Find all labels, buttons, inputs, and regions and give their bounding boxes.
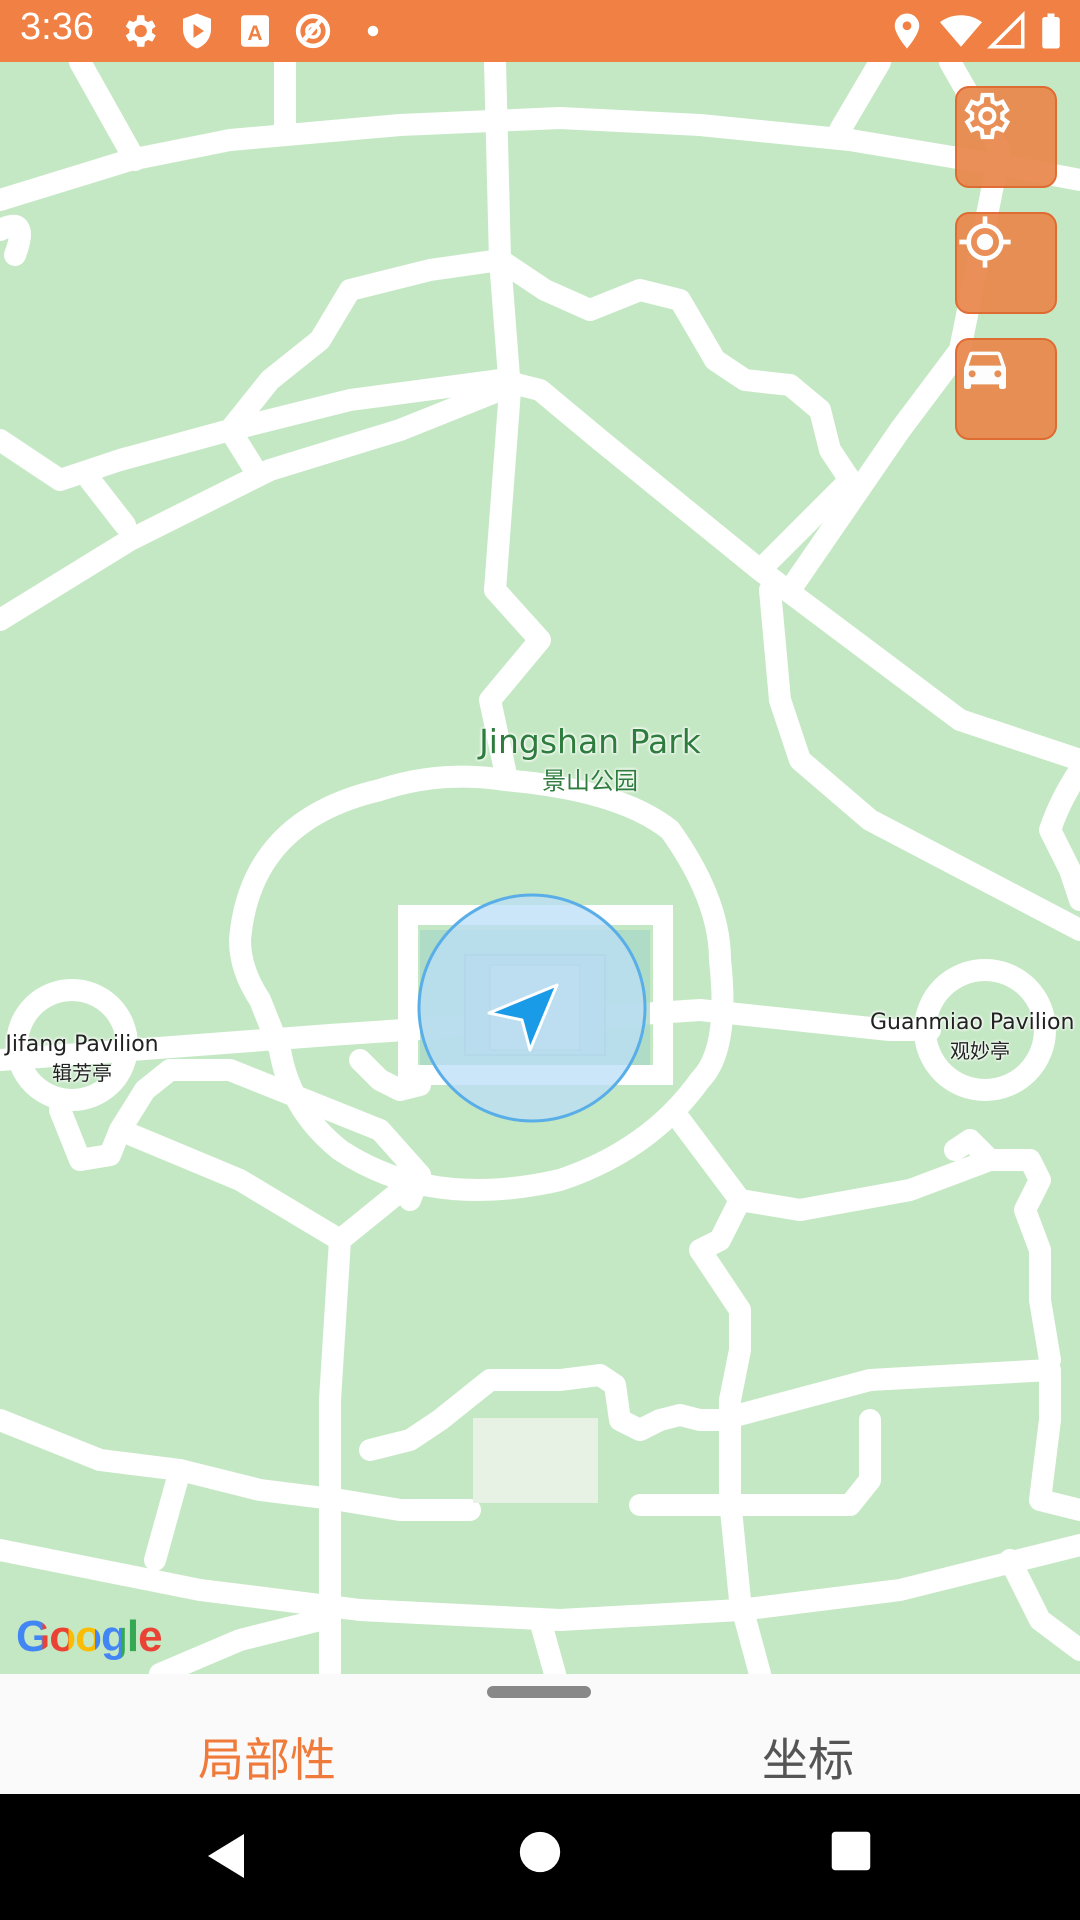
cell-signal-icon (987, 11, 1025, 49)
right-pavilion-label: Guanmiao Pavilion 观妙亭 (870, 1010, 1080, 1064)
google-logo-text: Google (16, 1612, 163, 1661)
bottom-sheet: 局部性 坐标 (0, 1674, 1080, 1794)
svg-text:A: A (247, 22, 262, 45)
left-pavilion-name-cn: 辑芳亭 (52, 1061, 112, 1085)
google-logo: Google (16, 1612, 163, 1662)
back-icon[interactable] (202, 1830, 250, 1882)
home-icon[interactable] (518, 1830, 562, 1874)
map-settings-button[interactable] (955, 86, 1057, 188)
dot-icon (367, 25, 379, 37)
left-pavilion-label: Jifang Pavilion 辑芳亭 (0, 1032, 172, 1086)
right-pavilion-name-cn: 观妙亭 (950, 1039, 1010, 1063)
font-a-icon: A (241, 15, 269, 47)
park-label: Jingshan Park 景山公园 (440, 722, 740, 796)
car-icon (964, 351, 1006, 389)
status-time: 3:36 (20, 6, 94, 48)
tab-coordinates[interactable]: 坐标 (762, 1724, 854, 1790)
no-sync-icon (295, 13, 331, 49)
my-location-button[interactable] (955, 212, 1057, 314)
shield-icon (183, 13, 211, 49)
driving-mode-button[interactable] (955, 338, 1057, 440)
status-bar: 3:36 A (0, 0, 1080, 62)
sheet-drag-handle[interactable] (487, 1686, 591, 1698)
right-pavilion-name: Guanmiao Pavilion (870, 1010, 1075, 1035)
tab-locality[interactable]: 局部性 (198, 1724, 336, 1790)
map-roads (0, 62, 1080, 1674)
wifi-icon (940, 15, 982, 47)
recents-icon[interactable] (830, 1830, 872, 1872)
settings-icon (964, 92, 1011, 140)
location-pin-icon (894, 13, 920, 49)
navigation-bar (0, 1794, 1080, 1920)
settings-icon (125, 15, 156, 47)
left-pavilion-name: Jifang Pavilion (5, 1032, 159, 1057)
battery-icon (1042, 13, 1060, 49)
map-view[interactable]: Jingshan Park 景山公园 Jifang Pavilion 辑芳亭 G… (0, 62, 1080, 1674)
my-location-icon (959, 216, 1011, 268)
park-name-cn: 景山公园 (542, 767, 638, 795)
park-name: Jingshan Park (479, 722, 701, 761)
